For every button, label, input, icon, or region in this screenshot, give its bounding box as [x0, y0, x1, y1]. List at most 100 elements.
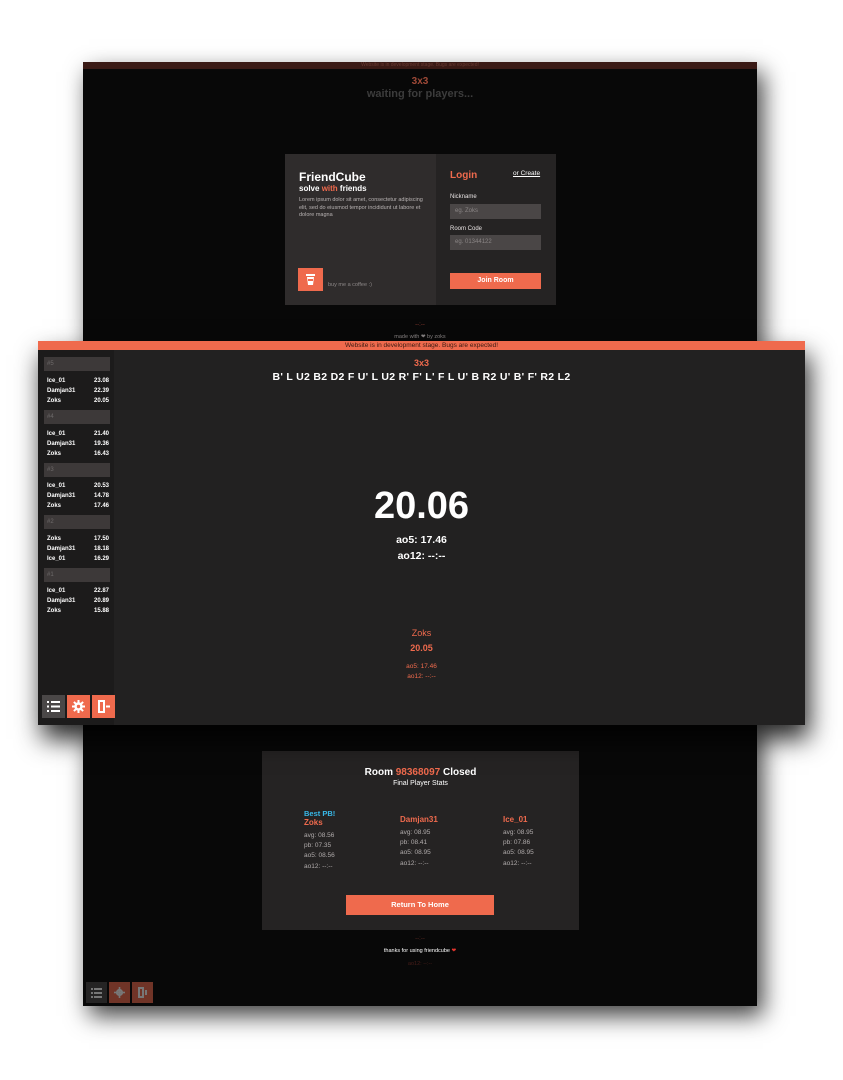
- final-stats-subtitle: Final Player Stats: [393, 780, 448, 787]
- room-closed-card: Room 98368097 Closed Final Player Stats …: [262, 751, 579, 930]
- dev-banner-text: Website is in development stage. Bugs ar…: [361, 62, 479, 68]
- brand-title: FriendCube: [299, 170, 366, 184]
- faded-ao12: ao12: --:--: [407, 961, 433, 967]
- player-stats-ice01: Ice_01 avg: 08.95 pb: 07.86 ao5: 08.95 a…: [503, 815, 534, 869]
- player-ao5: ao5: 08.95: [400, 849, 431, 857]
- round-header: #1: [44, 568, 110, 582]
- list-icon: [47, 701, 60, 712]
- result-name: Zoks: [47, 398, 62, 404]
- player-pb: pb: 07.35: [304, 842, 332, 850]
- result-name: Damjan31: [47, 388, 76, 394]
- round-result-row: Damjan31 20.89: [47, 596, 109, 606]
- result-name: Damjan31: [47, 441, 76, 447]
- round-result-row: Zoks 15.88: [47, 606, 109, 616]
- ao5-stat: ao5: 17.46: [396, 534, 447, 546]
- player-name: Ice_01: [503, 815, 528, 824]
- result-name: Damjan31: [47, 598, 76, 604]
- scramble-text: B' L U2 B2 D2 F U' L U2 R' F' L' F L U' …: [272, 371, 571, 383]
- coffee-icon: [306, 274, 315, 285]
- result-time: 22.39: [93, 388, 109, 394]
- heart-icon: ❤: [451, 948, 457, 954]
- result-time: 22.87: [93, 588, 109, 594]
- timer-screenshot: Website is in development stage. Bugs ar…: [38, 341, 805, 725]
- player-name: Damjan31: [400, 815, 438, 824]
- login-title: Login: [450, 170, 478, 181]
- login-form: Login or Create Nickname eg. Zoks Room C…: [436, 154, 556, 305]
- player-ao12: ao12: --:--: [400, 859, 429, 867]
- roomcode-input[interactable]: eg. 01344122: [450, 235, 541, 250]
- round-header: #4: [44, 410, 110, 424]
- player-avg: avg: 08.95: [503, 829, 534, 836]
- coffee-button[interactable]: [298, 268, 323, 291]
- list-button-faded[interactable]: [86, 982, 107, 1003]
- result-time: 21.40: [93, 431, 109, 437]
- result-name: Zoks: [47, 451, 62, 457]
- player-ao12: ao12: --:--: [407, 673, 436, 680]
- tagline-pre: solve: [299, 184, 322, 193]
- footer-dash: --:--: [415, 322, 425, 328]
- join-room-button[interactable]: Join Room: [450, 273, 541, 289]
- footer-made-with: made with ❤ by zoks: [394, 334, 446, 340]
- result-name: Zoks: [47, 608, 62, 614]
- brand-tagline: solve with friends: [299, 184, 367, 193]
- brand-panel: FriendCube solve with friends Lorem ipsu…: [285, 154, 436, 305]
- exit-icon: [98, 700, 110, 713]
- timer-display[interactable]: 20.06: [38, 485, 805, 528]
- round-header: #3: [44, 463, 110, 477]
- event-label: 3x3: [411, 76, 429, 87]
- nickname-input[interactable]: eg. Zoks: [450, 204, 541, 219]
- settings-button[interactable]: [67, 695, 90, 718]
- player-ao5: ao5: 17.46: [406, 663, 437, 670]
- player-ao12: ao12: --:--: [304, 862, 333, 870]
- round-result-row: Ice_01 22.87: [47, 586, 109, 596]
- footer-dash: --:--: [415, 936, 425, 942]
- result-time: 15.88: [93, 608, 109, 614]
- room-code: 98368097: [395, 767, 441, 778]
- player-ao5: ao5: 08.95: [503, 849, 534, 857]
- coffee-text[interactable]: buy me a coffee :): [328, 282, 372, 288]
- player-pb: pb: 08.41: [400, 839, 428, 847]
- exit-button[interactable]: [92, 695, 115, 718]
- exit-icon: [138, 987, 147, 998]
- create-link[interactable]: or Create: [513, 170, 540, 177]
- room-closed-title: Room 98368097 Closed: [262, 767, 579, 778]
- nickname-label: Nickname: [450, 194, 477, 200]
- room-title-pre: Room: [364, 767, 396, 778]
- thanks-label: thanks for using friendcube: [383, 948, 450, 954]
- login-card: FriendCube solve with friends Lorem ipsu…: [285, 154, 556, 305]
- login-screenshot: Website is in development stage. Bugs ar…: [83, 62, 757, 352]
- room-title-post: Closed: [440, 767, 477, 778]
- player-time: 20.05: [410, 643, 433, 653]
- return-home-button[interactable]: Return To Home: [346, 895, 494, 915]
- round-result-row: Zoks 16.43: [47, 449, 109, 459]
- exit-button-faded[interactable]: [132, 982, 153, 1003]
- brand-description: Lorem ipsum dolor sit amet, consectetur …: [299, 197, 423, 219]
- player-avg: avg: 08.56: [304, 832, 335, 839]
- player-stats-damjan31: Damjan31 avg: 08.95 pb: 08.41 ao5: 08.95…: [400, 815, 438, 869]
- settings-button-faded[interactable]: [109, 982, 130, 1003]
- dev-banner: Website is in development stage. Bugs ar…: [83, 62, 757, 69]
- result-name: Ice_01: [47, 588, 66, 594]
- gear-icon: [72, 700, 85, 713]
- tagline-highlight: with: [321, 184, 338, 193]
- player-name: Zoks: [304, 818, 323, 827]
- event-label: 3x3: [413, 358, 430, 368]
- tagline-post: friends: [337, 184, 367, 193]
- player-stats-zoks: Best PB! Zoks avg: 08.56 pb: 07.35 ao5: …: [304, 809, 335, 872]
- list-button[interactable]: [42, 695, 65, 718]
- room-closed-screenshot: Room 98368097 Closed Final Player Stats …: [83, 716, 757, 1006]
- round-result-row: Damjan31 19.36: [47, 439, 109, 449]
- best-pb-badge: Best PB!: [304, 809, 336, 818]
- result-name: Ice_01: [47, 431, 66, 437]
- result-time: 16.43: [93, 451, 109, 457]
- roomcode-label: Room Code: [450, 226, 483, 232]
- player-ao5: ao5: 08.56: [304, 852, 335, 860]
- player-ao12: ao12: --:--: [503, 859, 532, 867]
- list-icon: [91, 988, 102, 998]
- ao12-stat: ao12: --:--: [397, 550, 446, 562]
- waiting-status: waiting for players...: [366, 88, 474, 100]
- round-result-row: Damjan31 22.39: [47, 386, 109, 396]
- result-time: 20.89: [93, 598, 109, 604]
- result-time: 19.36: [93, 441, 109, 447]
- player-pb: pb: 07.86: [503, 839, 531, 847]
